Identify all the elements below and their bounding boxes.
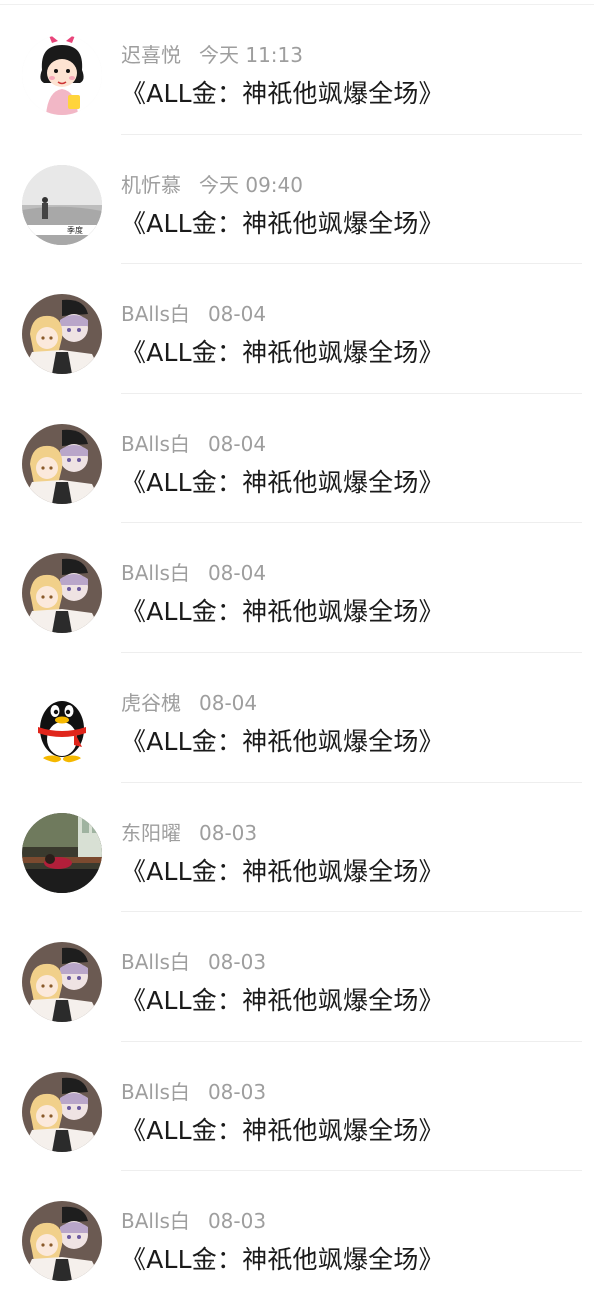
list-item[interactable]: BAlls白 08-04 《ALL金：神祇他飒爆全场》: [0, 264, 594, 394]
message-text[interactable]: 《ALL金：神祇他飒爆全场》: [121, 204, 444, 240]
message-meta: BAlls白 08-04: [121, 298, 266, 327]
svg-text:季度: 季度: [67, 225, 83, 235]
message-meta: BAlls白 08-04: [121, 428, 266, 457]
message-meta: 迟喜悦 今天 11:13: [121, 39, 303, 68]
anime-couple-avatar: [22, 942, 102, 1023]
sender-name[interactable]: 迟喜悦: [121, 43, 181, 67]
list-item[interactable]: 东阳曜 08-03 《ALL金：神祇他飒爆全场》: [0, 783, 594, 913]
avatar[interactable]: [22, 423, 102, 504]
message-meta: 虎谷槐 08-04: [121, 687, 257, 716]
list-item[interactable]: 季度 机忻慕 今天 09:40 《ALL金：神祇他飒爆全场》: [0, 135, 594, 265]
sender-name[interactable]: BAlls白: [121, 561, 190, 585]
message-time: 08-04: [207, 431, 267, 456]
list-item[interactable]: BAlls白 08-03 《ALL金：神祇他飒爆全场》: [0, 1171, 594, 1301]
sender-name[interactable]: 东阳曜: [121, 821, 181, 845]
message-text[interactable]: 《ALL金：神祇他飒爆全场》: [121, 1111, 444, 1147]
message-time: 08-04: [199, 690, 258, 715]
sender-name[interactable]: BAlls白: [121, 950, 190, 974]
avatar[interactable]: [22, 294, 102, 375]
list-item[interactable]: BAlls白 08-04 《ALL金：神祇他飒爆全场》: [0, 523, 594, 653]
sender-name[interactable]: BAlls白: [121, 302, 190, 326]
message-time: 08-03: [207, 1209, 267, 1234]
anime-couple-avatar: [22, 1071, 102, 1152]
avatar[interactable]: [22, 553, 102, 634]
sender-name[interactable]: BAlls白: [121, 1209, 190, 1233]
anime-couple-avatar: [22, 1201, 102, 1282]
sender-name[interactable]: BAlls白: [121, 432, 190, 456]
sender-name[interactable]: BAlls白: [121, 1080, 190, 1104]
message-text[interactable]: 《ALL金：神祇他飒爆全场》: [121, 463, 444, 499]
message-time: 08-03: [199, 820, 258, 845]
avatar[interactable]: [22, 942, 102, 1023]
message-meta: BAlls白 08-04: [121, 557, 266, 586]
message-text[interactable]: 《ALL金：神祇他飒爆全场》: [121, 333, 444, 369]
anime-couple-avatar: [22, 423, 102, 504]
list-item[interactable]: BAlls白 08-04 《ALL金：神祇他飒爆全场》: [0, 394, 594, 524]
qq-penguin-avatar: [22, 682, 102, 763]
message-text[interactable]: 《ALL金：神祇他飒爆全场》: [121, 1240, 444, 1276]
message-time: 08-04: [207, 302, 267, 327]
message-meta: BAlls白 08-03: [121, 1205, 266, 1234]
girl-cartoon-avatar: [22, 35, 102, 115]
avatar[interactable]: [22, 35, 102, 115]
message-time: 08-04: [207, 561, 267, 586]
avatar[interactable]: [22, 1201, 102, 1282]
list-item[interactable]: BAlls白 08-03 《ALL金：神祇他飒爆全场》: [0, 912, 594, 1042]
avatar[interactable]: 季度: [22, 164, 102, 245]
message-meta: 东阳曜 08-03: [121, 817, 257, 846]
sender-name[interactable]: 机忻慕: [121, 173, 181, 197]
avatar[interactable]: [22, 1071, 102, 1152]
grey-photo-avatar: 季度: [22, 164, 102, 245]
message-meta: BAlls白 08-03: [121, 946, 266, 975]
message-meta: 机忻慕 今天 09:40: [121, 169, 303, 198]
message-list: 迟喜悦 今天 11:13 《ALL金：神祇他飒爆全场》 季度 机忻慕 今天 09:4…: [0, 5, 594, 1301]
avatar[interactable]: [22, 812, 102, 893]
anime-couple-avatar: [22, 294, 102, 375]
message-meta: BAlls白 08-03: [121, 1076, 266, 1105]
anime-couple-avatar: [22, 553, 102, 634]
message-time: 今天 11:13: [199, 43, 303, 67]
sender-name[interactable]: 虎谷槐: [121, 691, 181, 715]
message-text[interactable]: 《ALL金：神祇他飒爆全场》: [121, 592, 444, 628]
message-time: 08-03: [207, 1079, 267, 1104]
classroom-photo-avatar: [22, 812, 102, 893]
message-text[interactable]: 《ALL金：神祇他飒爆全场》: [121, 74, 444, 110]
message-time: 今天 09:40: [199, 172, 303, 197]
avatar[interactable]: [22, 682, 102, 763]
message-text[interactable]: 《ALL金：神祇他飒爆全场》: [121, 722, 444, 758]
message-time: 08-03: [207, 950, 267, 975]
message-text[interactable]: 《ALL金：神祇他飒爆全场》: [121, 852, 444, 888]
list-item[interactable]: 虎谷槐 08-04 《ALL金：神祇他飒爆全场》: [0, 653, 594, 783]
list-item[interactable]: BAlls白 08-03 《ALL金：神祇他飒爆全场》: [0, 1042, 594, 1172]
message-text[interactable]: 《ALL金：神祇他飒爆全场》: [121, 981, 444, 1017]
list-item[interactable]: 迟喜悦 今天 11:13 《ALL金：神祇他飒爆全场》: [0, 5, 594, 135]
